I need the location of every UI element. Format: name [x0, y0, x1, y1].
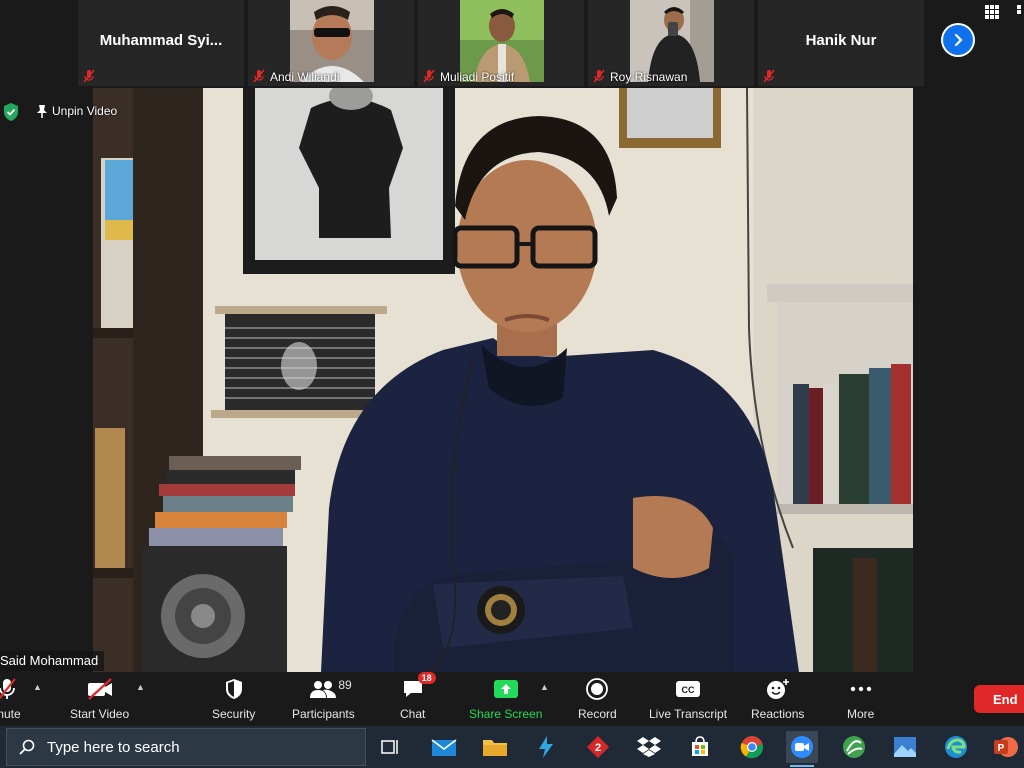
shield-icon [225, 679, 242, 699]
end-label: End [993, 691, 1018, 707]
meeting-toolbar: mute ▲ Start Video ▲ Security 89 Partici… [0, 672, 1024, 726]
reactions-label: Reactions [751, 707, 805, 721]
video-off-icon [87, 678, 112, 700]
muted-mic-icon [253, 69, 265, 83]
participants-label: Participants [292, 707, 355, 721]
participant-tile-2[interactable]: Andi Wiliandi [248, 0, 414, 86]
audio-options-caret[interactable]: ▲ [33, 682, 42, 692]
muted-mic-icon [0, 678, 17, 700]
participant-name: Roy Risnawan [610, 70, 688, 84]
search-icon [19, 739, 35, 755]
mail-icon[interactable] [428, 731, 460, 763]
reactions-button[interactable]: Reactions [751, 676, 804, 721]
participant-name: Hanik Nur [805, 32, 877, 49]
powerpoint-icon[interactable]: P [990, 731, 1022, 763]
taskbar-search-box[interactable]: Type here to search [6, 728, 366, 766]
app-green-icon[interactable] [838, 731, 870, 763]
windows-taskbar: Type here to search 2 P [0, 726, 1024, 768]
participant-name: Andi Wiliandi [270, 70, 340, 84]
search-placeholder: Type here to search [47, 738, 180, 756]
start-video-label: Start Video [70, 707, 130, 721]
pin-icon [37, 105, 47, 118]
chat-label: Chat [400, 707, 426, 721]
security-shield-icon [4, 103, 18, 121]
chevron-right-icon [943, 25, 973, 55]
app-red-icon[interactable]: 2 [582, 731, 614, 763]
file-explorer-icon[interactable] [479, 731, 511, 763]
more-label: More [847, 707, 875, 721]
ellipsis-icon [850, 686, 871, 692]
participants-count: 89 [338, 678, 352, 692]
active-speaker-video[interactable] [93, 88, 913, 672]
live-transcript-button[interactable]: CC Live Transcript [649, 676, 727, 721]
muted-mic-icon [423, 69, 435, 83]
share-options-caret[interactable]: ▲ [540, 682, 549, 692]
store-icon[interactable] [684, 731, 716, 763]
dropbox-icon[interactable] [633, 731, 665, 763]
chat-button[interactable]: 18 Chat [400, 672, 436, 721]
participant-tile-1[interactable]: Muhammad Syi... [78, 0, 244, 86]
main-stage: Unpin Video Said Mohammad [0, 88, 1024, 672]
zoom-app-icon[interactable] [786, 731, 818, 767]
start-video-button[interactable]: Start Video [70, 676, 129, 721]
task-view-icon[interactable] [374, 731, 406, 763]
end-meeting-button[interactable]: End [974, 685, 1024, 713]
participant-tile-5[interactable]: Hanik Nur [758, 0, 924, 86]
muted-mic-icon [763, 69, 775, 83]
participant-tile-4[interactable]: Roy Risnawan [588, 0, 754, 86]
video-options-caret[interactable]: ▲ [136, 682, 145, 692]
svg-text:2: 2 [595, 742, 601, 754]
muted-mic-icon [83, 69, 95, 83]
app-bolt-icon[interactable] [530, 731, 562, 763]
mute-button[interactable]: mute [0, 676, 21, 721]
record-button[interactable]: Record [578, 676, 617, 721]
live-transcript-label: Live Transcript [649, 707, 728, 721]
share-screen-icon [493, 680, 518, 698]
share-screen-button[interactable]: Share Screen [469, 676, 542, 721]
chat-unread-badge: 18 [417, 672, 436, 684]
unpin-video-button[interactable]: Unpin Video [36, 104, 117, 118]
mute-label: mute [0, 707, 21, 721]
edge-icon[interactable] [940, 731, 972, 763]
participant-strip: Muhammad Syi... Andi Wiliandi Muliadi Po… [0, 0, 1024, 88]
participant-name: Muhammad Syi... [99, 32, 223, 49]
security-label: Security [212, 707, 256, 721]
speaker-video-frame [93, 88, 913, 672]
muted-mic-icon [593, 69, 605, 83]
unpin-label: Unpin Video [52, 104, 118, 118]
chrome-icon[interactable] [736, 731, 768, 763]
photos-icon[interactable] [889, 731, 921, 763]
security-button[interactable]: Security [212, 676, 255, 721]
view-options-icon[interactable] [1016, 4, 1024, 20]
participant-name: Muliadi Positif [440, 70, 515, 84]
participant-tile-3[interactable]: Muliadi Positif [418, 0, 584, 86]
record-label: Record [578, 707, 617, 721]
svg-text:P: P [998, 743, 1005, 754]
gallery-view-icon[interactable] [984, 4, 1000, 20]
closed-caption-icon: CC [676, 681, 701, 697]
participants-icon [310, 681, 337, 698]
more-button[interactable]: More [847, 676, 874, 721]
participants-button[interactable]: 89 Participants [292, 676, 355, 721]
share-screen-label: Share Screen [469, 707, 543, 721]
svg-text:CC: CC [682, 685, 695, 695]
active-speaker-name: Said Mohammad [0, 651, 105, 671]
next-page-button[interactable] [941, 23, 975, 57]
smiley-icon [766, 679, 789, 699]
record-icon [586, 678, 609, 700]
